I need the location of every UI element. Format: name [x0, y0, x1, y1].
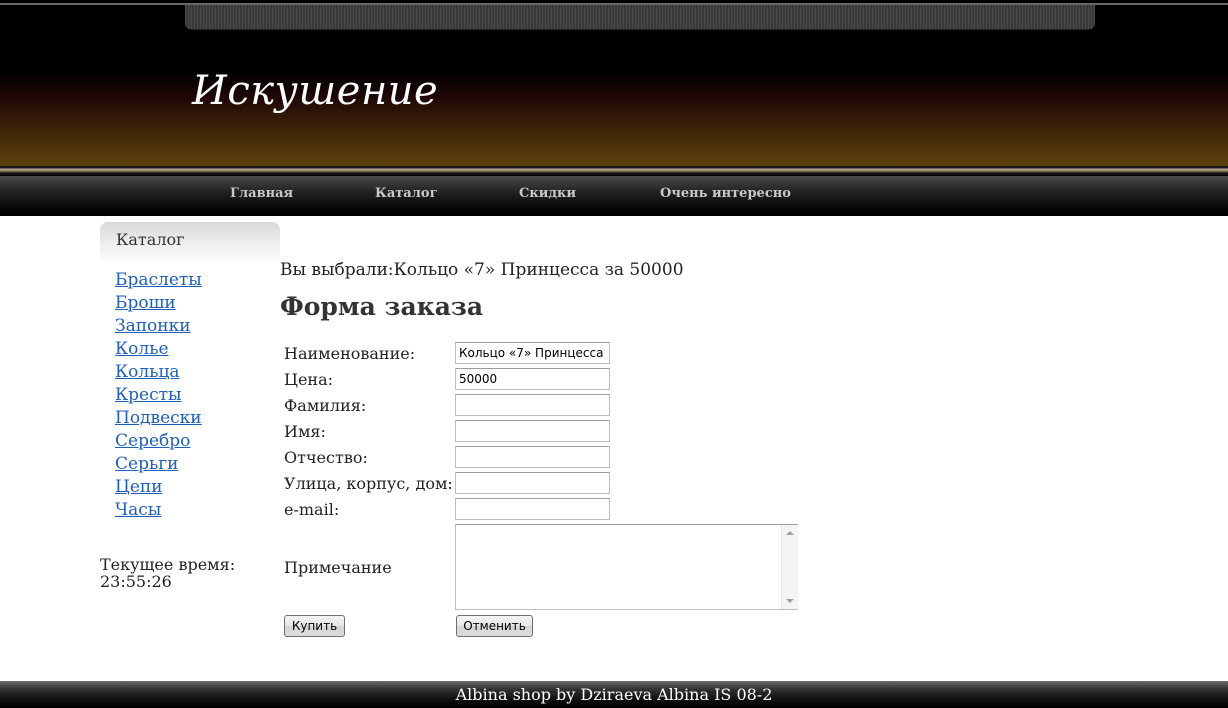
nav-item-catalog[interactable]: Каталог [375, 186, 438, 201]
note-scrollbar[interactable] [781, 525, 798, 609]
sidebar-link-chains[interactable]: Цепи [115, 477, 163, 497]
name-field[interactable] [455, 342, 610, 364]
surname-field[interactable] [455, 394, 610, 416]
surname-label: Фамилия: [284, 396, 367, 415]
sidebar-item: Подвески [115, 407, 202, 430]
selection-summary: Вы выбрали:Кольцо «7» Принцесса за 50000 [280, 260, 684, 280]
first-name-field[interactable] [455, 420, 610, 442]
sidebar-item: Колье [115, 338, 202, 361]
sidebar-link-cufflinks[interactable]: Запонки [115, 316, 191, 336]
site-title: Искушение [192, 68, 439, 114]
patronymic-field[interactable] [455, 446, 610, 468]
sidebar-item: Броши [115, 292, 202, 315]
price-field[interactable] [455, 368, 610, 390]
scroll-up-icon[interactable] [786, 531, 794, 535]
sidebar-heading-label: Каталог [116, 230, 185, 249]
site-header: Искушение [0, 0, 1228, 170]
sidebar-link-crosses[interactable]: Кресты [115, 385, 182, 405]
sidebar-link-pendants[interactable]: Подвески [115, 408, 202, 428]
sidebar-link-watches[interactable]: Часы [115, 500, 161, 520]
sidebar-item: Кольца [115, 361, 202, 384]
sidebar-heading: Каталог [100, 222, 280, 264]
current-time-value: 23:55:26 [100, 572, 172, 591]
sidebar-catalog-list: Браслеты Броши Запонки Колье Кольца Крес… [115, 269, 202, 522]
sidebar-link-brooches[interactable]: Броши [115, 293, 176, 313]
sidebar-link-bracelets[interactable]: Браслеты [115, 270, 202, 290]
nav-item-very-interesting[interactable]: Очень интересно [660, 186, 791, 201]
note-textarea[interactable] [455, 524, 798, 610]
name-label: Наименование: [284, 344, 416, 363]
nav-item-discounts[interactable]: Скидки [519, 186, 576, 201]
email-label: e-mail: [284, 500, 340, 519]
first-name-label: Имя: [284, 422, 326, 441]
sidebar-item: Цепи [115, 476, 202, 499]
cancel-button[interactable]: Отменить [456, 615, 533, 637]
order-form-title: Форма заказа [280, 292, 484, 321]
patronymic-label: Отчество: [284, 448, 368, 467]
email-field[interactable] [455, 498, 610, 520]
sidebar-item: Браслеты [115, 269, 202, 292]
nav-item-home[interactable]: Главная [230, 186, 293, 201]
sidebar-link-necklaces[interactable]: Колье [115, 339, 169, 359]
main-navigation: Главная Каталог Скидки Очень интересно [0, 176, 1228, 216]
header-decorative-bar [185, 5, 1095, 29]
sidebar-item: Серьги [115, 453, 202, 476]
price-label: Цена: [284, 370, 334, 389]
sidebar-item: Запонки [115, 315, 202, 338]
sidebar-link-silver[interactable]: Серебро [115, 431, 190, 451]
footer-text: Albina shop by Dziraeva Albina IS 08-2 [455, 685, 773, 704]
current-time-widget: Текущее время: 23:55:26 [100, 556, 235, 590]
sidebar-item: Серебро [115, 430, 202, 453]
address-label: Улица, корпус, дом: [284, 474, 453, 493]
sidebar-item: Кресты [115, 384, 202, 407]
current-time-label: Текущее время: [100, 555, 236, 574]
scroll-down-icon[interactable] [786, 599, 794, 603]
address-field[interactable] [455, 472, 610, 494]
sidebar-link-earrings[interactable]: Серьги [115, 454, 178, 474]
header-divider [0, 166, 1228, 176]
sidebar-link-rings[interactable]: Кольца [115, 362, 180, 382]
note-label: Примечание [284, 558, 392, 577]
sidebar-item: Часы [115, 499, 202, 522]
site-footer: Albina shop by Dziraeva Albina IS 08-2 [0, 681, 1228, 708]
buy-button[interactable]: Купить [284, 615, 345, 637]
